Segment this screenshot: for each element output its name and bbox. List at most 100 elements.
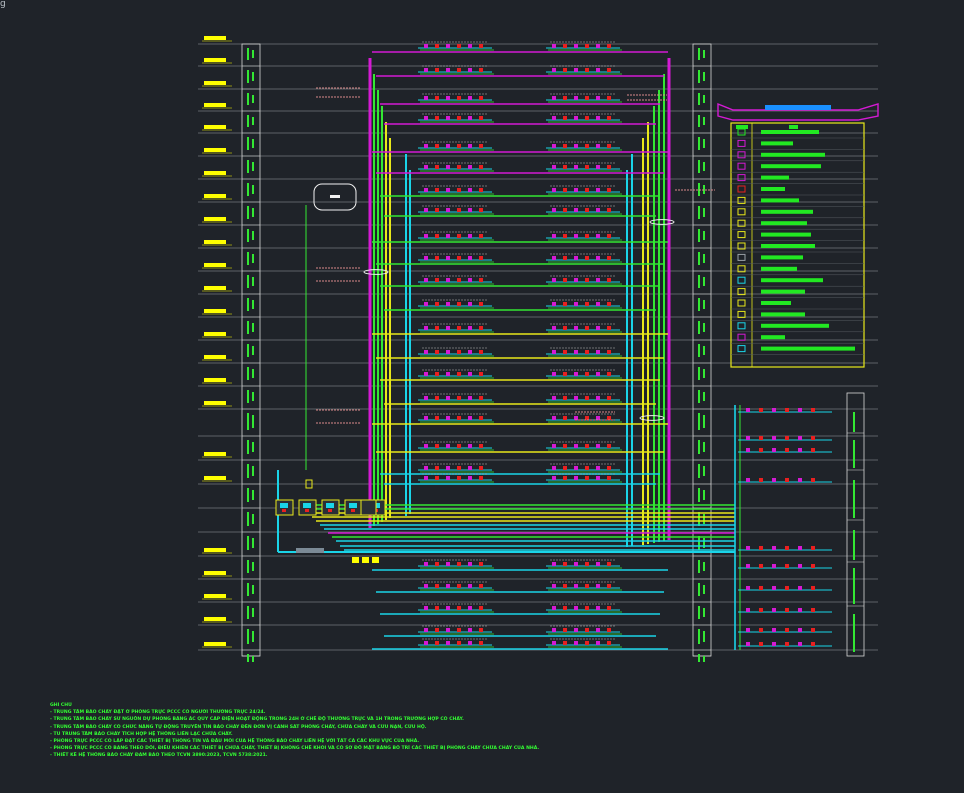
label-text-mark — [703, 466, 705, 476]
field-device — [457, 444, 461, 448]
label-text-mark — [247, 367, 249, 380]
field-device — [563, 116, 567, 120]
field-device — [446, 278, 450, 282]
field-device — [468, 96, 472, 100]
legend-description-text — [761, 301, 791, 305]
field-device — [607, 144, 611, 148]
field-device — [563, 188, 567, 192]
field-device — [552, 350, 556, 354]
field-device — [468, 278, 472, 282]
field-device — [435, 628, 439, 632]
label-text-mark — [703, 585, 705, 594]
field-device — [596, 444, 600, 448]
field-device — [468, 302, 472, 306]
corner-glyph: g — [0, 0, 6, 9]
cable-tray — [296, 548, 324, 553]
legend-description-text — [761, 221, 807, 226]
field-device — [479, 96, 483, 100]
field-device — [772, 564, 776, 568]
level-marker — [204, 548, 226, 552]
label-text-mark — [252, 139, 254, 148]
label-text-mark — [698, 344, 700, 357]
label-text-mark — [252, 466, 254, 476]
panel-display — [280, 503, 288, 508]
level-marker — [204, 378, 226, 382]
label-text-mark — [853, 530, 855, 560]
field-device — [811, 564, 815, 568]
level-marker — [204, 452, 226, 456]
label-text-mark — [252, 538, 254, 548]
field-device — [457, 116, 461, 120]
label-text-mark — [252, 300, 254, 309]
field-device — [585, 188, 589, 192]
field-device — [785, 546, 789, 550]
field-device — [468, 68, 472, 72]
field-device — [457, 302, 461, 306]
field-device — [585, 96, 589, 100]
field-device — [585, 628, 589, 632]
label-text-mark — [698, 512, 700, 526]
label-text-mark — [252, 562, 254, 571]
field-device — [435, 165, 439, 169]
field-device — [772, 586, 776, 590]
field-device — [785, 564, 789, 568]
label-text-mark — [247, 183, 249, 196]
field-device — [772, 408, 776, 412]
fire-alarm-control-panel — [360, 499, 377, 516]
field-device — [552, 256, 556, 260]
field-device — [785, 478, 789, 482]
label-text-mark — [247, 413, 249, 430]
field-device — [552, 165, 556, 169]
panel-indicator — [351, 509, 355, 512]
field-device — [607, 372, 611, 376]
field-device — [596, 208, 600, 212]
label-text-mark — [853, 480, 855, 518]
field-device — [479, 302, 483, 306]
label-text-mark — [703, 72, 705, 81]
label-text-mark — [698, 606, 700, 619]
label-text-mark — [252, 490, 254, 500]
panel-display — [349, 503, 357, 508]
label-text-mark — [252, 392, 254, 401]
field-device — [607, 188, 611, 192]
field-device — [785, 642, 789, 646]
field-device — [468, 44, 472, 48]
level-marker — [204, 286, 226, 290]
legend-description-text — [761, 335, 785, 340]
legend-title-bar — [765, 105, 831, 110]
field-device — [585, 326, 589, 330]
field-device — [435, 188, 439, 192]
notes-heading: GHI CHÚ — [50, 703, 72, 708]
field-device — [574, 44, 578, 48]
field-device — [552, 326, 556, 330]
field-device — [446, 372, 450, 376]
field-device — [424, 350, 428, 354]
level-marker — [204, 36, 226, 40]
field-device — [435, 416, 439, 420]
field-device — [585, 396, 589, 400]
field-device — [457, 234, 461, 238]
field-device — [798, 546, 802, 550]
field-device — [457, 416, 461, 420]
field-device — [798, 478, 802, 482]
field-device — [446, 208, 450, 212]
field-device — [585, 476, 589, 480]
field-device — [479, 372, 483, 376]
field-device — [563, 466, 567, 470]
label-text-mark — [252, 442, 254, 452]
field-device — [468, 476, 472, 480]
field-device — [607, 326, 611, 330]
field-device — [596, 144, 600, 148]
field-device — [585, 641, 589, 645]
label-text-mark — [252, 231, 254, 240]
field-device — [457, 372, 461, 376]
label-text-mark — [703, 562, 705, 571]
field-device — [552, 234, 556, 238]
label-text-mark — [252, 117, 254, 125]
label-text-mark — [247, 93, 249, 105]
field-device — [596, 396, 600, 400]
label-text-mark — [252, 514, 254, 524]
field-device — [479, 444, 483, 448]
field-device — [479, 68, 483, 72]
label-text-mark — [698, 583, 700, 596]
